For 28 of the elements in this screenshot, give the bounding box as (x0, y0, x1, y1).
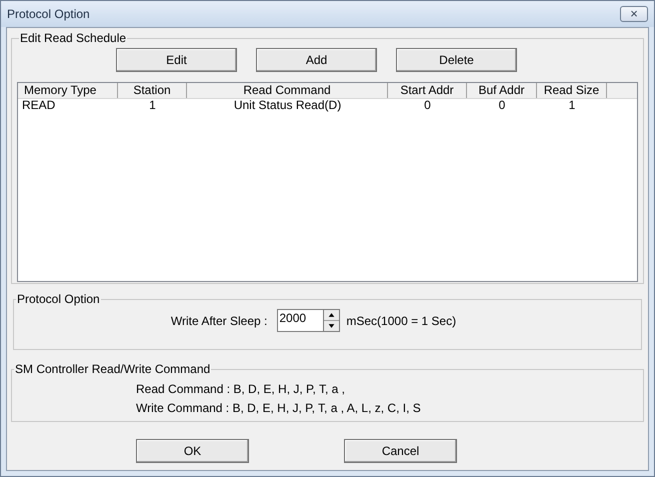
table-cell-text: 1 (568, 99, 576, 113)
toolbar-button[interactable]: Delete (396, 48, 517, 72)
table-cell-text: Unit Status Read(D) (232, 99, 342, 113)
sleep-field[interactable]: 2000 (277, 309, 324, 332)
window-title: Protocol Option (7, 6, 90, 23)
column-header[interactable]: Station (118, 83, 187, 98)
toolbar-button[interactable]: Add (256, 48, 377, 72)
column-header[interactable]: Memory Type (18, 83, 118, 98)
sleep-label: Write After Sleep : (170, 312, 268, 330)
column-header[interactable]: Buf Addr (467, 83, 537, 98)
column-header[interactable]: Read Command (187, 83, 388, 98)
command-text: Read Command : B, D, E, H, J, P, T, a , (136, 381, 345, 398)
command-text: Write Command : B, D, E, H, J, P, T, a , A, L, z, C, I, S (136, 400, 421, 417)
dialog-button[interactable]: OK (136, 439, 249, 463)
dialog-button[interactable]: Cancel (344, 439, 457, 463)
toolbar-button[interactable]: Edit (116, 48, 237, 72)
table-cell-text: 0 (423, 99, 432, 113)
group-title: SM Controller Read/Write Command (14, 361, 212, 378)
group-title: Edit Read Schedule (19, 30, 128, 47)
table-cell-text: READ (21, 99, 56, 113)
close-button[interactable]: × (620, 6, 648, 22)
column-header[interactable]: Start Addr (388, 83, 467, 98)
column-header[interactable]: Read Size (537, 83, 607, 98)
spin-buttons[interactable] (323, 309, 340, 332)
table-cell-text: 1 (148, 99, 157, 113)
table-cell-text: 0 (498, 99, 506, 113)
group-title: Protocol Option (16, 291, 101, 308)
unit-label: mSec(1000 = 1 Sec) (346, 312, 456, 330)
